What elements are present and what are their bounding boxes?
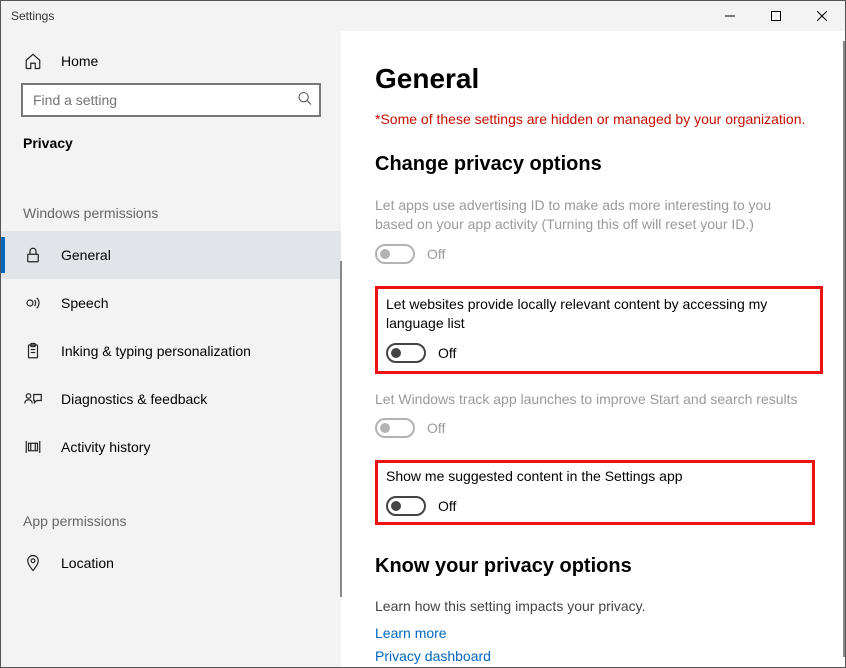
toggle-state: Off [427,420,445,436]
managed-warning: *Some of these settings are hidden or ma… [375,111,823,127]
privacy-heading: Privacy [1,135,341,163]
know-privacy-desc: Learn how this setting impacts your priv… [375,598,823,614]
sidebar-item-label: Location [61,555,114,571]
main-scrollbar[interactable] [843,41,845,657]
sidebar-item-inking[interactable]: Inking & typing personalization [1,327,341,375]
link-privacy-dashboard[interactable]: Privacy dashboard [375,645,823,667]
toggle-state: Off [427,246,445,262]
windows-permissions-heading: Windows permissions [1,199,341,231]
titlebar: Settings [1,1,845,31]
option-label: Let websites provide locally relevant co… [386,295,812,333]
speech-icon [23,293,43,313]
home-icon [23,51,43,71]
sidebar-item-diagnostics[interactable]: Diagnostics & feedback [1,375,341,423]
sidebar-item-label: Inking & typing personalization [61,343,251,359]
clipboard-icon [23,341,43,361]
history-icon [23,437,43,457]
search-input[interactable] [21,83,321,117]
sidebar-item-speech[interactable]: Speech [1,279,341,327]
sidebar-item-label: Speech [61,295,108,311]
toggle-track-launches [375,418,415,438]
option-label: Let apps use advertising ID to make ads … [375,196,805,234]
close-button[interactable] [799,1,845,31]
sidebar-item-home[interactable]: Home [1,43,341,83]
sidebar-item-label: General [61,247,111,263]
section-know-privacy: Know your privacy options [375,555,823,578]
sidebar-item-general[interactable]: General [1,231,341,279]
maximize-button[interactable] [753,1,799,31]
toggle-state: Off [438,345,456,361]
sidebar-item-label: Diagnostics & feedback [61,391,207,407]
sidebar: Home Privacy Windows permissions General [1,31,341,667]
main-panel: General *Some of these settings are hidd… [341,31,845,667]
highlight-suggested-content: Show me suggested content in the Setting… [375,460,815,525]
settings-window: Settings Home [0,0,846,668]
search-icon [297,91,313,110]
option-suggested-content: Show me suggested content in the Setting… [386,467,804,516]
toggle-suggested-content[interactable] [386,496,426,516]
option-label: Let Windows track app launches to improv… [375,390,805,409]
content-area: Home Privacy Windows permissions General [1,31,845,667]
minimize-button[interactable] [707,1,753,31]
option-language-list: Let websites provide locally relevant co… [386,295,812,363]
sidebar-item-location[interactable]: Location [1,539,341,587]
location-icon [23,553,43,573]
option-track-launches: Let Windows track app launches to improv… [375,390,823,439]
search-container [21,83,321,117]
app-permissions-heading: App permissions [1,507,341,539]
highlight-language-list: Let websites provide locally relevant co… [375,286,823,374]
page-title: General [375,63,823,95]
lock-icon [23,245,43,265]
window-controls [707,1,845,31]
know-privacy-block: Learn how this setting impacts your priv… [375,598,823,667]
toggle-language-list[interactable] [386,343,426,363]
feedback-icon [23,389,43,409]
toggle-state: Off [438,498,456,514]
link-learn-more[interactable]: Learn more [375,622,823,644]
option-advertising-id: Let apps use advertising ID to make ads … [375,196,823,264]
app-title: Settings [1,1,54,31]
sidebar-item-label: Activity history [61,439,150,455]
toggle-advertising-id [375,244,415,264]
option-label: Show me suggested content in the Setting… [386,467,804,486]
sidebar-item-activity[interactable]: Activity history [1,423,341,471]
home-label: Home [61,53,98,69]
section-change-privacy: Change privacy options [375,153,823,176]
